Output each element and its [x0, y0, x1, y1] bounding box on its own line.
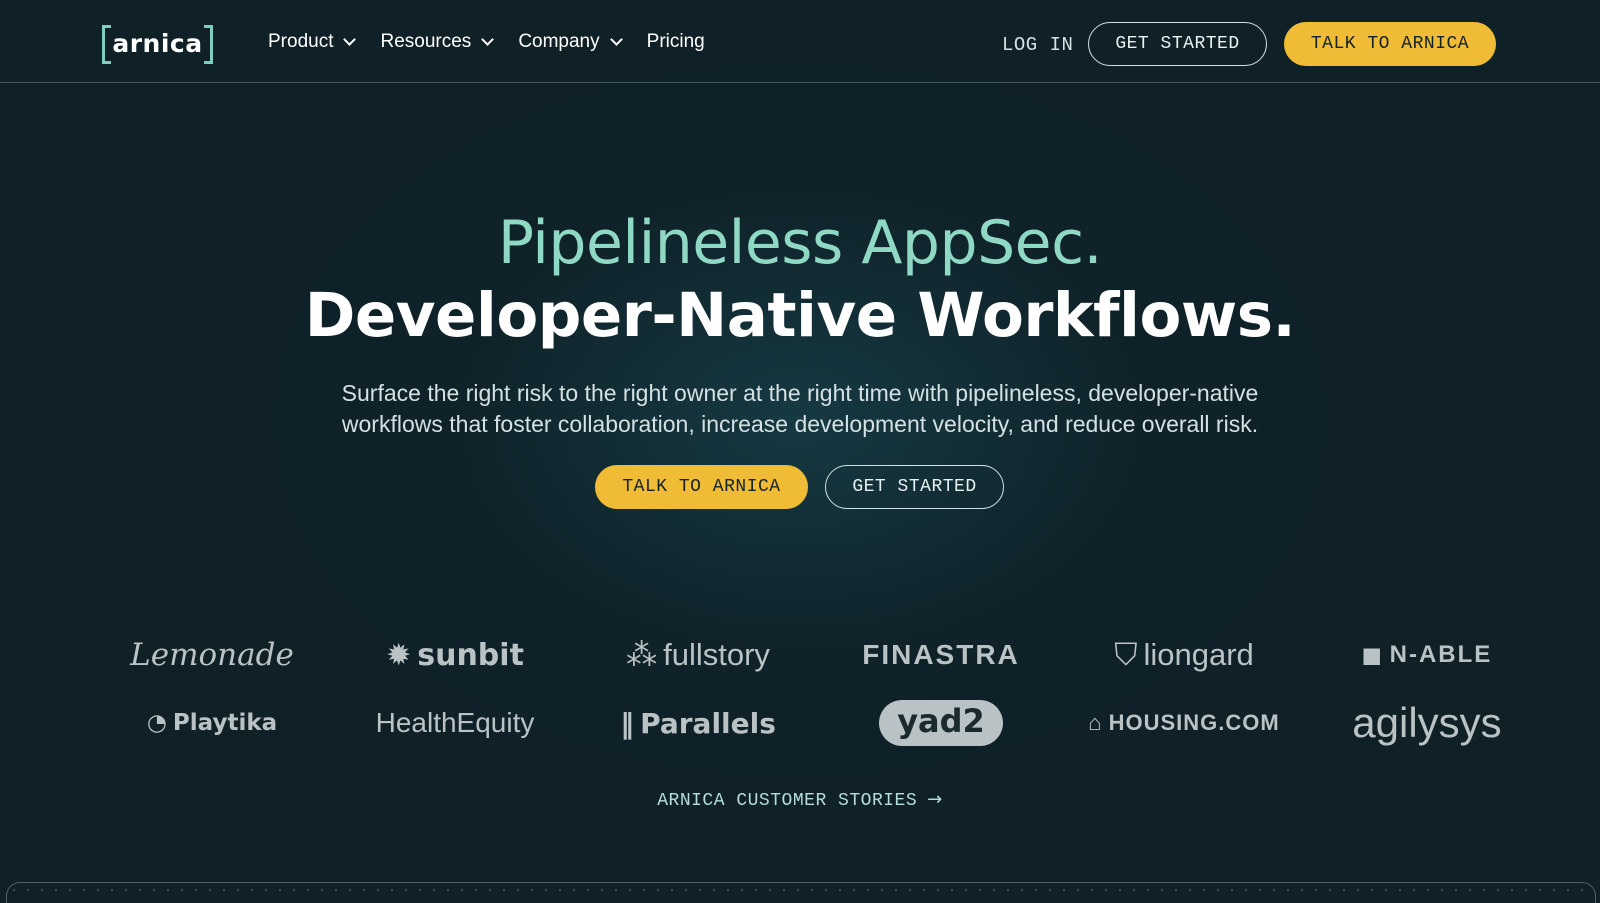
liongard-logo: ⛉ liongard: [1084, 630, 1284, 680]
nav-company[interactable]: Company: [518, 31, 623, 53]
hero-get-started-button[interactable]: GET STARTED: [825, 465, 1004, 509]
parallels-logo: ‖ Parallels: [598, 698, 798, 748]
customer-stories-label: ARNICA CUSTOMER STORIES: [657, 791, 918, 811]
nav-pricing-label: Pricing: [646, 31, 705, 52]
lemonade-logo-text: Lemonade: [130, 637, 294, 673]
finastra-logo: FINASTRA: [841, 630, 1041, 680]
housing-mark-icon: ⌂: [1088, 710, 1103, 735]
nav-company-label: Company: [518, 31, 600, 52]
logo-right-bracket: [204, 25, 213, 64]
healthequity-logo: HealthEquity: [355, 698, 555, 748]
lemonade-logo: Lemonade: [112, 630, 312, 680]
healthequity-logo-text: HealthEquity: [375, 707, 535, 738]
page: arnica Product Resources Company Pricing…: [0, 0, 1600, 903]
nav-pricing[interactable]: Pricing: [647, 31, 705, 53]
nav-product-label: Product: [268, 31, 334, 52]
yad2-logo: yad2: [841, 698, 1041, 748]
finastra-logo-text: FINASTRA: [862, 639, 1020, 670]
liongard-logo-text: liongard: [1143, 637, 1254, 672]
sunbit-logo-text: sunbit: [417, 637, 524, 673]
nav-product[interactable]: Product: [268, 31, 357, 53]
logo-left-bracket: [102, 25, 111, 64]
n-able-logo: ◼ N-ABLE: [1327, 630, 1527, 680]
housing-logo: ⌂ HOUSING.COM: [1084, 698, 1284, 748]
sunburst-icon: ✹: [386, 637, 412, 673]
login-link[interactable]: LOG IN: [1002, 34, 1073, 56]
hero-title-line1: Pipelineless AppSec.: [497, 208, 1103, 278]
fullstory-mark-icon: ⁂: [626, 637, 658, 672]
arrow-right-icon: →: [927, 789, 943, 810]
customer-stories-link[interactable]: ARNICA CUSTOMER STORIES →: [0, 789, 1600, 811]
chevron-down-icon: [481, 33, 495, 46]
main-nav: Product Resources Company Pricing: [268, 31, 731, 53]
header-talk-to-arnica-button[interactable]: TALK TO ARNICA: [1284, 22, 1496, 66]
chevron-down-icon: [343, 33, 357, 46]
parallels-mark-icon: ‖: [620, 706, 635, 740]
fullstory-logo: ⁂ fullstory: [598, 630, 798, 680]
arnica-logo[interactable]: arnica: [102, 25, 213, 64]
playtika-logo-text: Playtika: [172, 710, 278, 736]
n-able-logo-text: N-ABLE: [1389, 641, 1493, 668]
playtika-logo: ◔ Playtika: [112, 698, 312, 748]
agilysys-logo-text: agilysys: [1352, 699, 1502, 746]
sunbit-logo: ✹ sunbit: [355, 630, 555, 680]
hero-title-line2: Developer-Native Workflows.: [304, 280, 1296, 351]
housing-logo-text: HOUSING.COM: [1108, 710, 1280, 735]
nav-resources[interactable]: Resources: [380, 31, 495, 53]
playtika-mark-icon: ◔: [146, 710, 167, 736]
hero-talk-to-arnica-button[interactable]: TALK TO ARNICA: [595, 465, 808, 509]
hero-subtitle: Surface the right risk to the right owne…: [341, 380, 1259, 437]
nav-resources-label: Resources: [380, 31, 472, 52]
lion-shield-icon: ⛉: [1114, 636, 1138, 672]
logo-text: arnica: [112, 29, 203, 58]
site-header: arnica Product Resources Company Pricing…: [0, 0, 1600, 83]
chevron-down-icon: [609, 33, 623, 46]
parallels-logo-text: Parallels: [640, 706, 776, 740]
header-get-started-button[interactable]: GET STARTED: [1088, 22, 1267, 66]
n-able-mark-icon: ◼: [1361, 641, 1384, 669]
agilysys-logo: agilysys: [1327, 698, 1527, 748]
next-section-frame: [6, 882, 1596, 903]
fullstory-logo-text: fullstory: [663, 637, 770, 672]
yad2-logo-text: yad2: [879, 700, 1003, 746]
